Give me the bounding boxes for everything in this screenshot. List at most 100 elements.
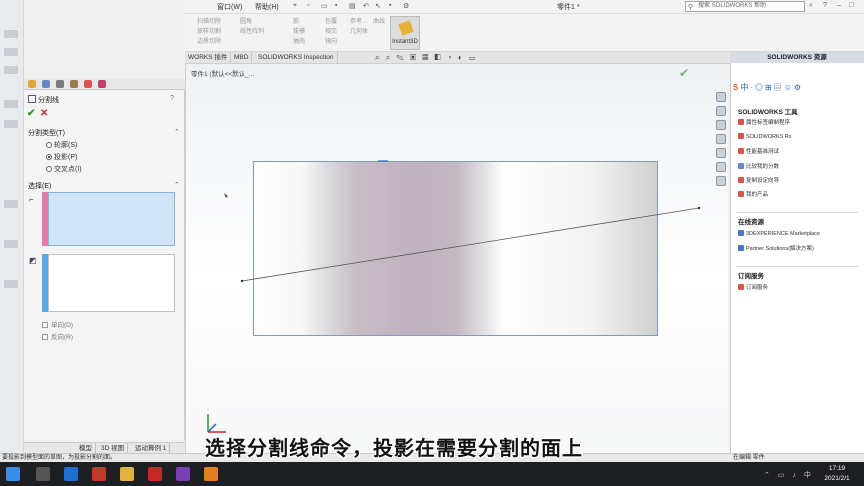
- maximize-icon[interactable]: □: [849, 2, 853, 9]
- feature-manager-tab-icon[interactable]: [28, 80, 36, 88]
- task-pane-tabs: [714, 88, 728, 198]
- part-face[interactable]: [253, 161, 658, 336]
- reverse-direction-checkbox[interactable]: 反向(R): [42, 331, 73, 341]
- tool-link[interactable]: 属性标签编制程序: [738, 118, 790, 126]
- sketch-to-project-selection-box[interactable]: [48, 192, 175, 246]
- menu-window[interactable]: 窗口(W): [217, 2, 242, 12]
- powerpoint-icon[interactable]: [204, 467, 218, 481]
- split-type-group-title[interactable]: 分割类型(T): [28, 128, 65, 138]
- cancel-button[interactable]: ✕: [40, 108, 48, 119]
- system-tray-icons[interactable]: ⌃ ▭ ♪ 中: [764, 470, 814, 480]
- tool-link[interactable]: 复制设定向导: [738, 176, 779, 184]
- resources-icon[interactable]: [716, 106, 726, 116]
- app-icon[interactable]: [176, 467, 190, 481]
- minimize-icon[interactable]: –: [837, 2, 841, 9]
- tool-link[interactable]: 性能基准测试: [738, 147, 779, 155]
- app-icon[interactable]: [92, 467, 106, 481]
- windows-start-icon[interactable]: [6, 467, 20, 481]
- help-icon[interactable]: ?: [170, 95, 174, 102]
- ribbon-reference-group: 参考... 几何体: [350, 17, 368, 37]
- menu-help[interactable]: 帮助(H): [255, 2, 279, 12]
- pin-icon[interactable]: ⌖: [293, 2, 297, 10]
- sogou-logo-icon[interactable]: S: [733, 83, 740, 92]
- new-doc-icon[interactable]: ▫: [307, 2, 309, 9]
- appearance-tab-icon[interactable]: [98, 80, 106, 88]
- selections-group-title[interactable]: 选择(E): [28, 181, 51, 191]
- chevron-up-icon[interactable]: ⌃: [174, 181, 180, 189]
- taskbar-clock[interactable]: 17:19 2021/2/1: [812, 464, 862, 484]
- boundary-cut-button[interactable]: 边界切除: [197, 37, 221, 47]
- curves-button[interactable]: 曲线: [373, 17, 385, 27]
- home-icon[interactable]: [716, 92, 726, 102]
- ribbon-feature-group: 筋 拔模 抽壳: [293, 17, 305, 47]
- toolbar-icon: [4, 200, 18, 208]
- dimxpert-tab-icon[interactable]: [70, 80, 78, 88]
- tools-section-title: SOLIDWORKS 工具: [738, 109, 798, 116]
- shell-button[interactable]: 抽壳: [293, 37, 305, 47]
- subscription-link[interactable]: 订阅服务: [738, 283, 768, 291]
- tab-addins[interactable]: WORKS 插件: [185, 52, 232, 64]
- faces-to-split-selection-box[interactable]: [48, 254, 175, 312]
- partner-solutions-link[interactable]: Partner Solutions(解决方案): [738, 244, 814, 252]
- radio-silhouette[interactable]: 轮廓(S): [46, 140, 77, 150]
- configuration-manager-tab-icon[interactable]: [56, 80, 64, 88]
- reference-geometry-button[interactable]: 参考...: [350, 17, 368, 27]
- rebuild-icon[interactable]: ▪: [389, 2, 391, 9]
- search-icon[interactable]: [36, 467, 50, 481]
- solidworks-icon[interactable]: [148, 467, 162, 481]
- custom-properties-icon[interactable]: [716, 176, 726, 186]
- tool-link[interactable]: 我的产品: [738, 190, 768, 198]
- tool-link[interactable]: 比较我的分数: [738, 162, 779, 170]
- command-manager-ribbon: 扫描切除 放样切割 边界切除 圆角 线性阵列 筋 拔模 抽壳 包覆 相交 镜向 …: [185, 14, 864, 52]
- help-icon[interactable]: ?: [823, 2, 827, 9]
- radio-projection[interactable]: 投影(P): [46, 152, 77, 162]
- design-library-icon[interactable]: [716, 120, 726, 130]
- task-pane-toolbar[interactable]: S中·◎⊞▤☺⚙: [733, 82, 803, 93]
- save-icon[interactable]: ▪: [335, 2, 337, 9]
- options-icon[interactable]: ⚙: [403, 2, 409, 10]
- tool-icon: [738, 191, 744, 197]
- appearances-icon[interactable]: [716, 162, 726, 172]
- instant3d-button[interactable]: Instant3D: [390, 16, 420, 50]
- command-tabs: WORKS 插件 MBD SOLIDWORKS Inspection ⌕ ⌕ ✎…: [185, 52, 730, 64]
- single-direction-checkbox[interactable]: 单向(D): [42, 319, 73, 329]
- tab-mbd[interactable]: MBD: [231, 52, 253, 64]
- heads-up-view-toolbar[interactable]: ⌕ ⌕ ✎ ▣ ▦ ◧ ◔ ◐ ▭: [375, 53, 477, 63]
- confirmation-corner-check-icon[interactable]: ✔: [679, 66, 689, 80]
- file-explorer-icon[interactable]: [716, 134, 726, 144]
- status-bar-editing: 在编辑 零件: [730, 453, 864, 462]
- tab-inspection[interactable]: SOLIDWORKS Inspection: [255, 52, 338, 64]
- tool-link[interactable]: SOLIDWORKS Rx: [738, 133, 792, 140]
- marketplace-link[interactable]: 3DEXPERIENCE Marketplace: [738, 230, 820, 237]
- undo-icon[interactable]: ↶: [363, 2, 369, 10]
- search-icon[interactable]: ⌕: [809, 2, 813, 10]
- divider: [736, 212, 858, 213]
- linear-pattern-button[interactable]: 线性阵列: [240, 27, 264, 37]
- lofted-cut-button[interactable]: 放样切割: [197, 27, 221, 37]
- mirror-button[interactable]: 镜向: [325, 37, 337, 47]
- ribbon-fillet-group: 圆角 线性阵列: [240, 17, 264, 37]
- chevron-up-icon[interactable]: ⌃: [174, 128, 180, 136]
- print-icon[interactable]: ▤: [349, 2, 356, 10]
- select-icon[interactable]: ↖: [375, 2, 381, 10]
- browser-icon[interactable]: [64, 467, 78, 481]
- feature-tree-breadcrumb[interactable]: 零件1 (默认<<默认_...: [191, 68, 254, 78]
- open-icon[interactable]: ▭: [321, 2, 328, 10]
- view-palette-icon[interactable]: [716, 148, 726, 158]
- draft-button[interactable]: 拔模: [293, 27, 305, 37]
- intersect-button[interactable]: 相交: [325, 27, 337, 37]
- help-search-input[interactable]: ⚲ 搜索 SOLIDWORKS 帮助: [685, 1, 805, 12]
- rib-button[interactable]: 筋: [293, 17, 305, 27]
- fillet-button[interactable]: 圆角: [240, 17, 264, 27]
- swept-cut-button[interactable]: 扫描切除: [197, 17, 221, 27]
- ok-button[interactable]: ✔: [27, 108, 35, 119]
- property-manager-tab-icon[interactable]: [42, 80, 50, 88]
- wrap-button[interactable]: 包覆: [325, 17, 337, 27]
- file-explorer-icon[interactable]: [120, 467, 134, 481]
- online-resources-title: 在线资源: [738, 219, 764, 226]
- tool-icon: [738, 133, 744, 139]
- partner-icon: [738, 245, 744, 251]
- radio-intersection[interactable]: 交叉点(I): [46, 164, 82, 174]
- document-title: 零件1 *: [557, 4, 580, 11]
- display-manager-tab-icon[interactable]: [84, 80, 92, 88]
